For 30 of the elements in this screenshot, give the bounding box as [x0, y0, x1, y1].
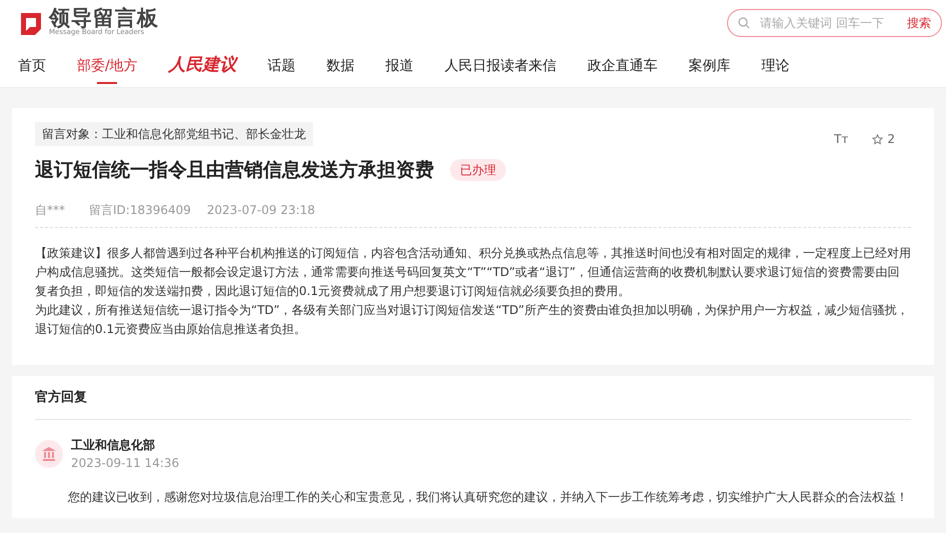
nav-tab[interactable]: 数据: [326, 45, 355, 87]
message-paragraph: 【政策建议】很多人都曾遇到过各种平台机构推送的订阅短信，内容包含活动通知、积分兑换或热点信息等，其推送时间也没有相对固定的规律，一定程度上已经对用户构成信息骚扰。这类短信一般都会设定退订方法，通常需要向推送号码回复英文“T”“TD”或者“退订”，但通信运营商的收费机制默认要求退订短信的资费需要由回复者负担，即短信的发送端扣费，因此退订短信的0.1元资费就成了用户想要退订订阅短信就必须要负担的费用。: [35, 244, 911, 300]
message-target: 留言对象：工业和信息化部党组书记、部长金壮龙: [35, 122, 313, 146]
nav-tab[interactable]: 首页: [18, 45, 46, 87]
message-time: 2023-07-09 23:18: [206, 202, 316, 218]
nav-tab[interactable]: 政企直通车: [588, 45, 658, 87]
search-field[interactable]: 请输入关键词 回车一下 搜索: [727, 8, 942, 36]
message-id: 留言ID:18396409: [89, 202, 191, 218]
reply-time: 2023-09-11 14:36: [71, 455, 180, 472]
font-size-button[interactable]: Tт: [834, 130, 848, 148]
reply-heading: 官方回复: [35, 388, 911, 420]
author: 自***: [35, 202, 65, 218]
search-button[interactable]: 搜索: [907, 14, 931, 32]
nav-tab[interactable]: 报道: [386, 45, 414, 87]
favorite-button[interactable]: 2: [872, 130, 895, 148]
nav-tab[interactable]: 话题: [268, 45, 296, 87]
nav-tab[interactable]: 案例库: [688, 45, 731, 87]
logo-title: 领导留言板: [49, 8, 159, 30]
reply-text: 您的建议已收到，感谢您对垃圾信息治理工作的关心和宝贵意见，我们将认真研究您的建议，并纳入下一步工作统筹考虑，切实维护广大人民群众的合法权益！: [67, 489, 909, 506]
search-icon: [738, 16, 750, 28]
department-name: 工业和信息化部: [71, 437, 156, 454]
building-icon: [41, 446, 57, 462]
star-icon: [872, 134, 884, 144]
message-paragraph: 为此建议，所有推送短信统一退订指令为“TD”，各级有关部门应当对退订订阅短信发送“TD”所产生的资费由谁负担加以明确，为保护用户一方权益，减少短信骚扰，退订短信的0.1元资费应当由原始信息推送者负担。: [35, 302, 910, 338]
status-badge: 已办理: [450, 159, 506, 182]
nav-tab[interactable]: 理论: [762, 45, 790, 87]
brand-tab[interactable]: 人民建议: [168, 45, 237, 87]
nav-tab[interactable]: 人民日报读者来信: [444, 45, 557, 87]
nav-tab[interactable]: 部委/地方: [77, 45, 138, 87]
message-title: 退订短信统一指令且由营销信息发送方承担资费: [35, 158, 434, 183]
